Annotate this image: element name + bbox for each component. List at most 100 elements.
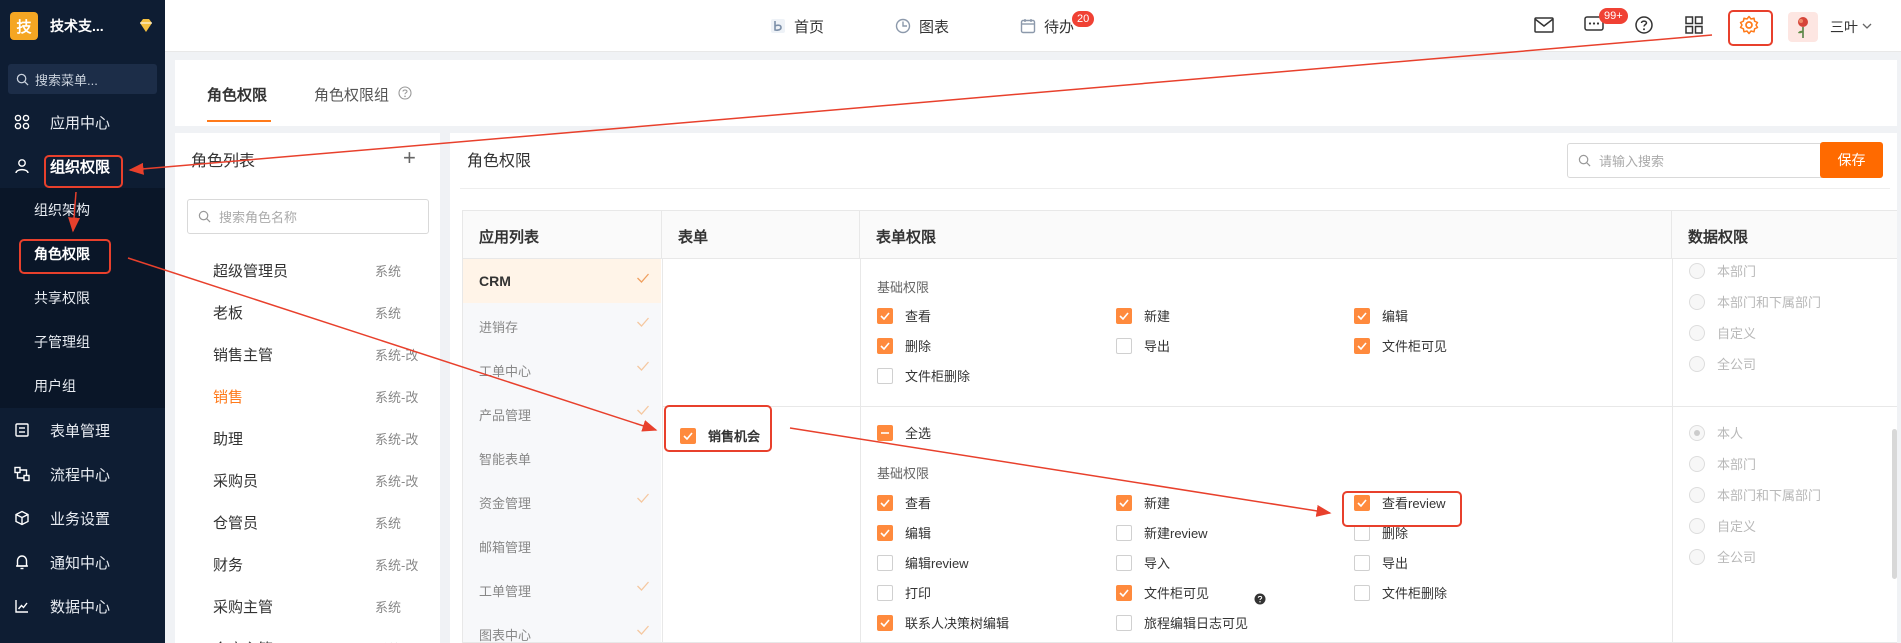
checkbox[interactable]	[1354, 337, 1370, 354]
radio[interactable]	[1689, 324, 1705, 341]
permission-checkbox[interactable]: 文件柜可见	[1354, 336, 1447, 355]
checkbox[interactable]	[877, 614, 893, 631]
radio[interactable]	[1689, 517, 1705, 534]
checkbox[interactable]	[1116, 614, 1132, 631]
radio[interactable]	[1689, 262, 1705, 279]
role-list-item[interactable]: 财务 系统-改	[175, 542, 440, 584]
nav-home[interactable]: 首页	[770, 0, 824, 52]
permission-checkbox[interactable]: 文件柜删除	[877, 366, 970, 385]
permission-checkbox[interactable]: 导入	[1116, 553, 1170, 572]
settings-gear-icon[interactable]	[1738, 14, 1760, 36]
data-scope-radio[interactable]: 自定义	[1689, 516, 1756, 535]
sidebar-subitem-org-structure[interactable]: 组织架构	[0, 188, 165, 232]
sidebar-item-data-center[interactable]: 数据中心	[0, 584, 165, 628]
checkbox[interactable]	[877, 554, 893, 571]
data-scope-radio[interactable]: 自定义	[1689, 323, 1756, 342]
role-list-item[interactable]: 老板 系统	[175, 290, 440, 332]
role-list-item[interactable]: 超级管理员 系统	[175, 248, 440, 290]
role-list-item[interactable]: 采购员 系统-改	[175, 458, 440, 500]
checkbox[interactable]	[1354, 307, 1370, 324]
permission-checkbox[interactable]: 新建	[1116, 306, 1170, 325]
sidebar-item-business-settings[interactable]: 业务设置	[0, 496, 165, 540]
checkbox[interactable]	[1354, 584, 1370, 601]
checkbox[interactable]	[1116, 554, 1132, 571]
permission-search-input[interactable]: 请输入搜索	[1567, 143, 1824, 178]
checkbox[interactable]	[877, 307, 893, 324]
checkbox[interactable]	[877, 584, 893, 601]
tab-role-permission-group[interactable]: 角色权限组	[314, 84, 389, 105]
sidebar-subitem-share-permission[interactable]: 共享权限	[0, 276, 165, 320]
checkbox[interactable]	[1116, 524, 1132, 541]
checkbox[interactable]	[877, 367, 893, 384]
permission-checkbox[interactable]: 导出	[1354, 553, 1408, 572]
checkbox[interactable]	[1354, 494, 1370, 511]
apps-grid-icon[interactable]	[1683, 14, 1705, 36]
sidebar-item-app-center[interactable]: 应用中心	[0, 100, 165, 144]
permission-checkbox[interactable]: 编辑	[1354, 306, 1408, 325]
app-list-item[interactable]: 资金管理	[463, 479, 661, 523]
permission-checkbox[interactable]: 查看review	[1354, 493, 1446, 512]
checkbox[interactable]	[1116, 337, 1132, 354]
sidebar-subitem-sub-admin-group[interactable]: 子管理组	[0, 320, 165, 364]
permission-checkbox[interactable]: 查看	[877, 493, 931, 512]
role-list-item[interactable]: 仓库主管 系统	[175, 626, 440, 643]
menu-search[interactable]: 搜索菜单...	[8, 64, 157, 94]
role-list-item[interactable]: 采购主管 系统	[175, 584, 440, 626]
permission-checkbox[interactable]: 联系人决策树编辑	[877, 613, 1009, 632]
sidebar-subitem-role-permission[interactable]: 角色权限	[0, 232, 165, 276]
checkbox[interactable]	[1116, 307, 1132, 324]
checkbox[interactable]	[877, 337, 893, 354]
radio[interactable]	[1689, 293, 1705, 310]
save-button[interactable]: 保存	[1820, 142, 1883, 178]
data-scope-radio[interactable]: 本部门和下属部门	[1689, 292, 1821, 311]
data-scope-radio[interactable]: 全公司	[1689, 354, 1756, 373]
mail-icon[interactable]	[1533, 14, 1555, 36]
permission-checkbox[interactable]: 新建review	[1116, 523, 1208, 542]
permission-checkbox[interactable]: 查看	[877, 306, 931, 325]
scrollbar[interactable]	[1892, 429, 1897, 579]
app-list-item[interactable]: CRM	[463, 259, 661, 303]
role-list-item[interactable]: 仓管员 系统	[175, 500, 440, 542]
nav-charts[interactable]: 图表	[895, 0, 949, 52]
permission-checkbox[interactable]: 新建	[1116, 493, 1170, 512]
sidebar-item-notification-center[interactable]: 通知中心	[0, 540, 165, 584]
role-list-item[interactable]: 销售 系统-改	[175, 374, 440, 416]
data-scope-radio[interactable]: 本部门和下属部门	[1689, 485, 1821, 504]
data-scope-radio[interactable]: 本部门	[1689, 454, 1756, 473]
add-role-button[interactable]: +	[403, 145, 416, 171]
checkbox[interactable]	[680, 427, 696, 444]
app-list-item[interactable]: 智能表单	[463, 435, 661, 479]
sidebar-item-form-management[interactable]: 表单管理	[0, 408, 165, 452]
select-all-checkbox[interactable]: 全选	[877, 423, 931, 442]
radio[interactable]	[1689, 548, 1705, 565]
radio[interactable]	[1689, 424, 1705, 441]
permission-checkbox[interactable]: 打印	[877, 583, 931, 602]
help-filled-icon[interactable]	[1254, 593, 1266, 605]
form-checkbox-sales-opportunity[interactable]: 销售机会	[680, 426, 760, 445]
radio[interactable]	[1689, 355, 1705, 372]
app-list-item[interactable]: 进销存	[463, 303, 661, 347]
app-list-item[interactable]: 工单中心	[463, 347, 661, 391]
checkbox[interactable]	[1116, 494, 1132, 511]
permission-checkbox[interactable]: 旅程编辑日志可见	[1116, 613, 1248, 632]
app-list-item[interactable]: 产品管理	[463, 391, 661, 435]
diamond-icon[interactable]	[137, 17, 155, 35]
help-circle-icon[interactable]	[398, 86, 412, 100]
sidebar-subitem-user-group[interactable]: 用户组	[0, 364, 165, 408]
permission-checkbox[interactable]: 导出	[1116, 336, 1170, 355]
checkbox[interactable]	[877, 424, 893, 441]
sidebar-item-org-permission[interactable]: 组织权限	[0, 144, 165, 188]
chevron-down-icon[interactable]	[1862, 22, 1872, 30]
checkbox[interactable]	[877, 494, 893, 511]
tab-role-permission[interactable]: 角色权限	[207, 84, 267, 105]
permission-checkbox[interactable]: 文件柜删除	[1354, 583, 1447, 602]
role-list-item[interactable]: 销售主管 系统-改	[175, 332, 440, 374]
role-list-item[interactable]: 助理 系统-改	[175, 416, 440, 458]
checkbox[interactable]	[1116, 584, 1132, 601]
avatar[interactable]	[1788, 12, 1818, 42]
app-list-item[interactable]: 工单管理	[463, 567, 661, 611]
sidebar-item-process-center[interactable]: 流程中心	[0, 452, 165, 496]
checkbox[interactable]	[1354, 524, 1370, 541]
user-name[interactable]: 三叶	[1830, 17, 1858, 37]
app-list-item[interactable]: 邮箱管理	[463, 523, 661, 567]
